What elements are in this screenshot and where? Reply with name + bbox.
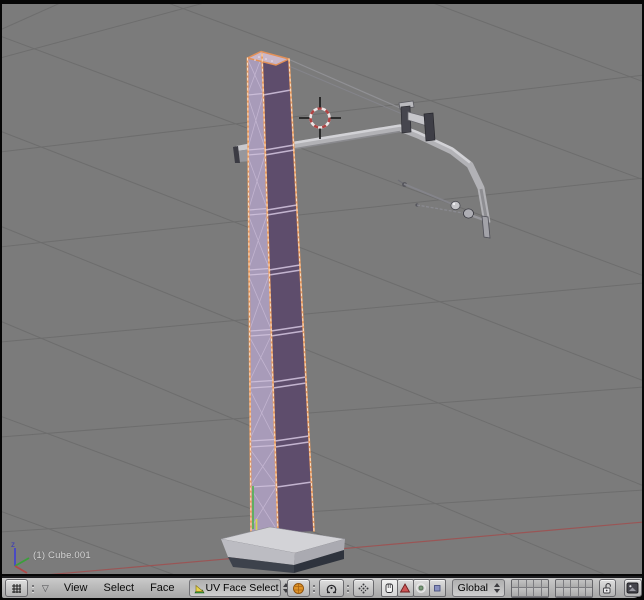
translate-triangle-icon [399,582,411,594]
updown-arrows-icon [494,583,500,593]
image-icon [626,582,639,594]
manipulator-scale-button[interactable] [429,579,446,597]
3d-cursor[interactable] [299,97,341,139]
pivot-dropdown[interactable] [319,579,343,597]
grid-lines [2,4,642,574]
viewport-canvas[interactable]: z [2,4,642,574]
header-separator[interactable] [311,580,318,596]
manipulator-rotate-button[interactable] [413,579,430,597]
menu-collapse-toggle[interactable]: ▽ [42,583,49,594]
draw-type-dropdown[interactable] [287,579,310,597]
center-points-icon [357,582,370,595]
hand-icon [383,582,395,594]
active-object-label: (1) Cube.001 [33,550,91,561]
menu-select[interactable]: Select [104,582,135,594]
unlocked-padlock-icon [601,582,613,595]
3d-viewport[interactable]: z (1) Cube.001 [2,4,642,574]
catenary-cables [284,59,407,116]
blender-window: z (1) Cube.001 ▽ View Select Face UV Fac… [0,0,644,600]
viewport-header: ▽ View Select Face UV Face Select [2,576,642,598]
cantilever-arm-model [290,101,490,238]
mast-base-model [221,527,345,573]
gizmo-z-label: z [11,540,15,549]
mode-dropdown[interactable]: UV Face Select [189,579,281,597]
header-separator[interactable] [345,580,352,596]
manipulator-buttons [382,579,446,597]
layer-buttons-group-1[interactable] [511,579,549,598]
grid-editor-icon [10,582,23,595]
manipulator-hand-button[interactable] [381,579,398,597]
axis-gizmo: z [11,540,29,573]
menu-view[interactable]: View [64,582,88,594]
orientation-dropdown[interactable]: Global [452,579,505,597]
catenary-mast-model [248,52,315,534]
center-points-button[interactable] [353,579,373,597]
render-preview-button[interactable] [624,579,642,597]
face-select-icon [193,582,206,595]
mode-dropdown-value: UV Face Select [206,582,279,594]
header-separator[interactable] [29,580,36,596]
orientation-dropdown-value: Global [456,582,490,594]
manipulator-translate-button[interactable] [397,579,414,597]
scale-square-icon [431,582,443,594]
rotation-pivot-icon [325,582,338,595]
lock-button[interactable] [599,579,615,597]
layer-buttons-group-2[interactable] [555,579,593,598]
menu-face[interactable]: Face [150,582,174,594]
textured-sphere-icon [292,582,305,595]
rotate-circle-icon [415,582,427,594]
editor-type-button[interactable] [5,579,28,597]
